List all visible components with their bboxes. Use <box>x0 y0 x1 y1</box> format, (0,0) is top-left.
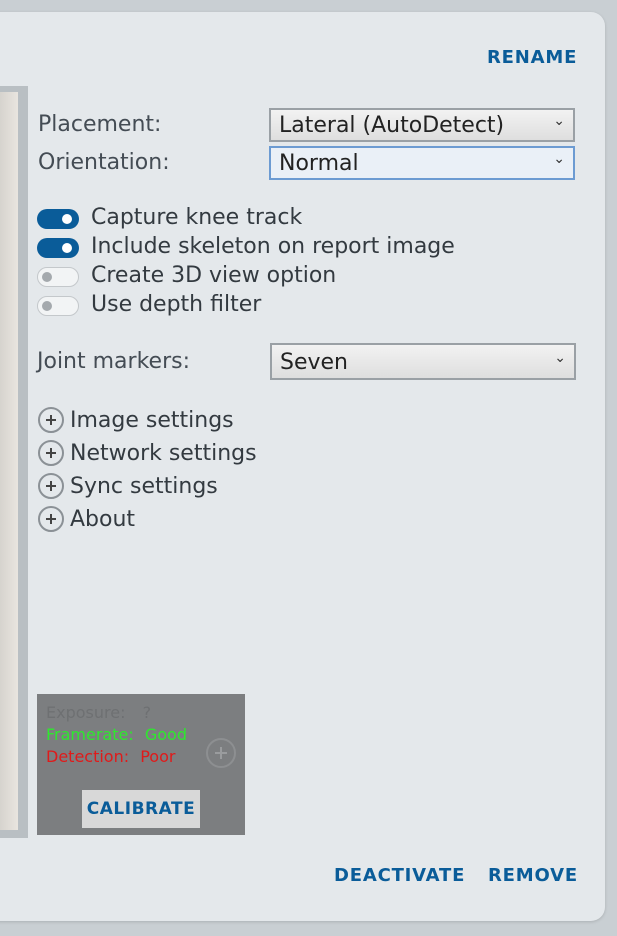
camera-preview <box>0 86 28 838</box>
framerate-value: Good <box>144 725 187 744</box>
framerate-row: Framerate: Good <box>46 725 187 744</box>
framerate-label: Framerate: <box>46 725 134 744</box>
chevron-down-icon: ⌄ <box>554 350 566 366</box>
network-settings-expander[interactable]: Network settings <box>38 437 257 469</box>
chevron-down-icon: ⌄ <box>553 151 565 167</box>
deactivate-button[interactable]: DEACTIVATE <box>334 865 465 886</box>
image-settings-expander[interactable]: Image settings <box>38 404 234 436</box>
use-depth-filter-label: Use depth filter <box>91 292 262 317</box>
orientation-value: Normal <box>279 151 359 176</box>
exposure-value: ? <box>142 703 152 722</box>
status-overlay: Exposure: ? Framerate: Good Detection: P… <box>37 694 245 835</box>
create-3d-view-toggle[interactable] <box>37 267 79 287</box>
image-settings-label: Image settings <box>70 407 234 433</box>
include-skeleton-toggle[interactable] <box>37 238 79 258</box>
calibrate-button[interactable]: CALIBRATE <box>82 790 200 828</box>
detection-row: Detection: Poor <box>46 747 175 766</box>
exposure-row: Exposure: ? <box>46 703 151 722</box>
exposure-label: Exposure: <box>46 703 126 722</box>
network-settings-label: Network settings <box>70 440 257 466</box>
camera-preview-image <box>0 92 18 830</box>
include-skeleton-label: Include skeleton on report image <box>91 234 455 259</box>
status-expand-icon[interactable] <box>206 738 236 768</box>
sync-settings-label: Sync settings <box>70 473 218 499</box>
plus-icon <box>38 506 64 532</box>
placement-label: Placement: <box>38 112 162 137</box>
create-3d-view-label: Create 3D view option <box>91 263 337 288</box>
about-label: About <box>70 506 136 532</box>
orientation-label: Orientation: <box>38 150 170 175</box>
joint-markers-select[interactable]: Seven ⌄ <box>270 343 576 380</box>
joint-markers-value: Seven <box>280 350 348 375</box>
about-expander[interactable]: About <box>38 503 135 535</box>
remove-button[interactable]: REMOVE <box>488 865 578 886</box>
placement-select[interactable]: Lateral (AutoDetect) ⌄ <box>269 108 575 142</box>
orientation-select[interactable]: Normal ⌄ <box>269 146 575 180</box>
capture-knee-track-toggle[interactable] <box>37 209 79 229</box>
joint-markers-label: Joint markers: <box>37 349 190 374</box>
rename-button[interactable]: RENAME <box>487 47 577 68</box>
detection-value: Poor <box>140 747 176 766</box>
use-depth-filter-toggle[interactable] <box>37 296 79 316</box>
plus-icon <box>38 473 64 499</box>
detection-label: Detection: <box>46 747 130 766</box>
capture-knee-track-label: Capture knee track <box>91 205 303 230</box>
plus-icon <box>38 440 64 466</box>
placement-value: Lateral (AutoDetect) <box>279 113 505 138</box>
chevron-down-icon: ⌄ <box>553 113 565 129</box>
plus-icon <box>38 407 64 433</box>
sync-settings-expander[interactable]: Sync settings <box>38 470 218 502</box>
